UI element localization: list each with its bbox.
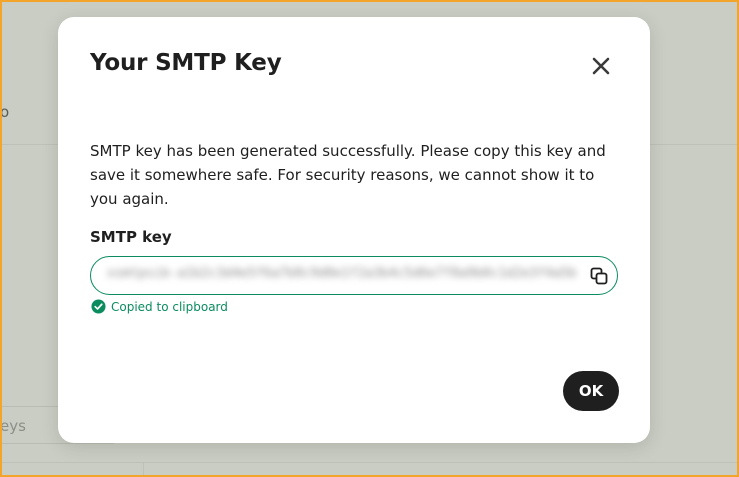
close-icon [592, 57, 610, 75]
smtp-key-field[interactable]: xsmtpsib-a1b2c3d4e5f6a7b8c9d0e1f2a3b4c5d… [90, 256, 618, 295]
modal-title: Your SMTP Key [90, 50, 282, 76]
background-divider-bottom [0, 462, 739, 463]
modal-description: SMTP key has been generated successfully… [90, 142, 606, 208]
background-input-text: eys [0, 417, 26, 435]
copy-icon [590, 267, 608, 285]
smtp-key-label: SMTP key [90, 228, 172, 246]
smtp-key-value[interactable]: xsmtpsib-a1b2c3d4e5f6a7b8c9d0e1f2a3b4c5d… [107, 266, 577, 281]
check-circle-icon [91, 299, 106, 314]
smtp-key-modal: Your SMTP Key SMTP key has been generate… [58, 17, 650, 443]
copied-text: Copied to clipboard [111, 299, 228, 314]
copied-status: Copied to clipboard [91, 299, 228, 314]
background-text-fragment: o [0, 103, 10, 121]
ok-button[interactable]: OK [563, 371, 619, 411]
close-button[interactable] [588, 53, 614, 79]
copy-button[interactable] [589, 266, 609, 286]
background-divider-vertical [143, 462, 144, 477]
